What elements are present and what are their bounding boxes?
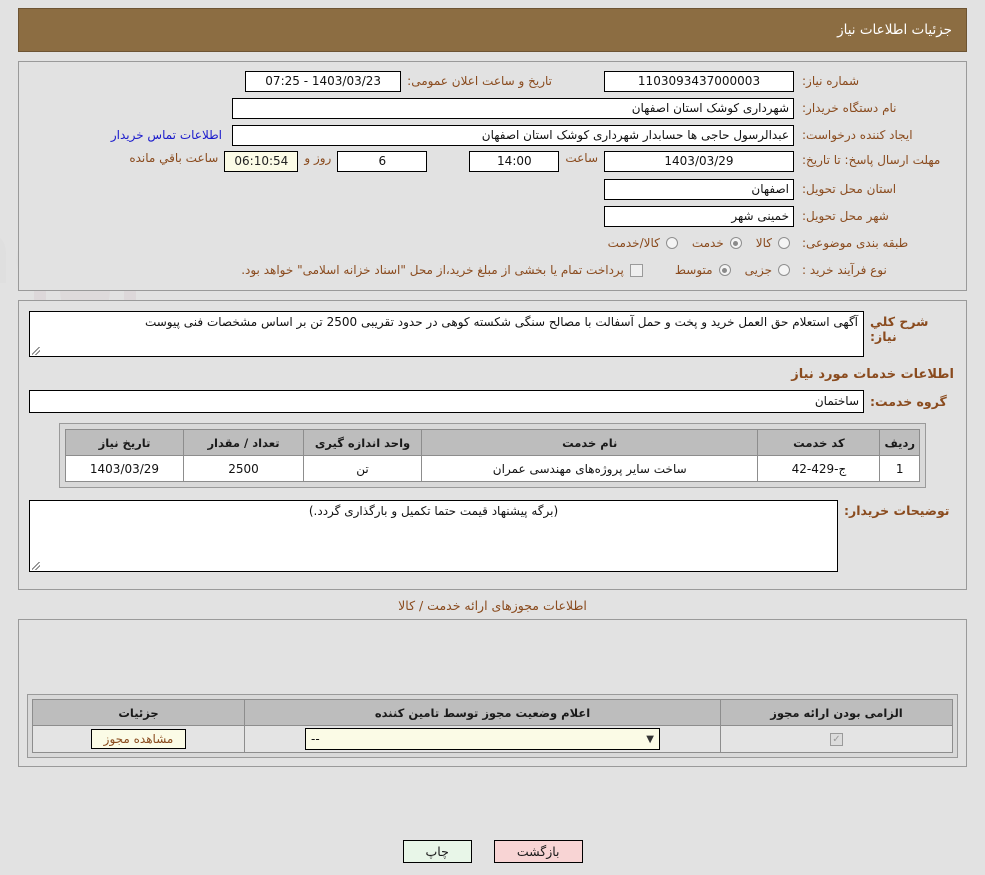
services-panel: شرح کلي نیاز: آگهی استعلام حق العمل خرید… xyxy=(18,300,967,590)
cell-license-details: مشاهده مجوز xyxy=(33,726,245,753)
col-license-required: الزامی بودن ارائه مجوز xyxy=(721,700,953,726)
chevron-down-icon: ▼ xyxy=(646,734,654,745)
row-need-number: شماره نیاز: 1103093437000003 تاریخ و ساع… xyxy=(29,70,956,92)
category-radio-group: کالا خدمت کالا/خدمت xyxy=(598,236,794,250)
buyer-notes-textarea[interactable]: (برگه پیشنهاد قیمت حتما تکمیل و بارگذاری… xyxy=(29,500,838,572)
radio-category-kala-khedmat-label: کالا/خدمت xyxy=(598,236,662,250)
licenses-table-header-row: الزامی بودن ارائه مجوز اعلام وضعیت مجوز … xyxy=(33,700,953,726)
row-summary: شرح کلي نیاز: آگهی استعلام حق العمل خرید… xyxy=(29,311,956,357)
buyer-notes-label: توضیحات خریدار: xyxy=(838,500,956,518)
licenses-section-title: اطلاعات مجوزهای ارائه خدمت / کالا xyxy=(22,598,963,613)
deadline-label: مهلت ارسال پاسخ: تا تاریخ: xyxy=(794,151,956,168)
table-row: ▼ -- مشاهده مجوز xyxy=(33,726,953,753)
radio-process-motavasset[interactable] xyxy=(719,264,731,276)
days-remaining-value: 6 xyxy=(337,151,427,172)
radio-category-khedmat-label: خدمت xyxy=(682,236,726,250)
countdown-label: ساعت باقي مانده xyxy=(123,151,224,165)
view-license-button[interactable]: مشاهده مجوز xyxy=(91,729,187,749)
summary-textarea[interactable]: آگهی استعلام حق العمل خرید و پخت و حمل آ… xyxy=(29,311,864,357)
cell-code: ج-429-42 xyxy=(758,456,880,482)
col-license-details: جزئیات xyxy=(33,700,245,726)
radio-category-kala[interactable] xyxy=(778,237,790,249)
creator-value: عبدالرسول حاجی ها حسابدار شهرداری کوشک ا… xyxy=(232,125,794,146)
licenses-table: الزامی بودن ارائه مجوز اعلام وضعیت مجوز … xyxy=(32,699,953,753)
process-label: نوع فرآیند خرید : xyxy=(794,263,956,277)
row-deadline: مهلت ارسال پاسخ: تا تاریخ: 1403/03/29 سا… xyxy=(29,151,956,173)
col-index: ردیف xyxy=(880,430,920,456)
services-table: ردیف کد خدمت نام خدمت واحد اندازه گیری ت… xyxy=(65,429,920,482)
need-info-panel: شماره نیاز: 1103093437000003 تاریخ و ساع… xyxy=(18,61,967,291)
treasury-docs-note: پرداخت تمام یا بخشی از مبلغ خرید،از محل … xyxy=(231,263,626,277)
col-unit: واحد اندازه گیری xyxy=(304,430,422,456)
row-process-type: نوع فرآیند خرید : جزیی متوسط پرداخت تمام… xyxy=(29,259,956,281)
deadline-time: 14:00 xyxy=(469,151,559,172)
col-quantity: تعداد / مقدار xyxy=(184,430,304,456)
print-button[interactable]: چاپ xyxy=(403,840,472,863)
buyer-org-value: شهرداری کوشک استان اصفهان xyxy=(232,98,794,119)
license-status-select[interactable]: ▼ -- xyxy=(305,728,660,750)
row-province: استان محل تحویل: اصفهان xyxy=(29,178,956,200)
countdown-value: 06:10:54 xyxy=(224,151,298,172)
process-radio-group: جزیی متوسط پرداخت تمام یا بخشی از مبلغ خ… xyxy=(231,263,794,277)
cell-license-required xyxy=(721,726,953,753)
need-number-label: شماره نیاز: xyxy=(794,74,956,88)
services-section-title: اطلاعات خدمات مورد نیاز xyxy=(31,367,954,382)
need-number-value: 1103093437000003 xyxy=(604,71,794,92)
footer-actions: بازگشت چاپ xyxy=(0,840,985,863)
announce-value: 1403/03/23 - 07:25 xyxy=(245,71,401,92)
row-buyer-notes: توضیحات خریدار: (برگه پیشنهاد قیمت حتما … xyxy=(29,500,956,572)
province-value: اصفهان xyxy=(604,179,794,200)
radio-category-kala-label: کالا xyxy=(746,236,774,250)
services-table-header-row: ردیف کد خدمت نام خدمت واحد اندازه گیری ت… xyxy=(66,430,920,456)
summary-label: شرح کلي نیاز: xyxy=(864,311,956,344)
radio-process-jozei[interactable] xyxy=(778,264,790,276)
cell-unit: تن xyxy=(304,456,422,482)
creator-label: ایجاد کننده درخواست: xyxy=(794,128,956,142)
row-city: شهر محل تحویل: خمینی شهر xyxy=(29,205,956,227)
row-service-group: گروه خدمت: ساختمان xyxy=(29,390,956,413)
city-value: خمینی شهر xyxy=(604,206,794,227)
table-row: 1 ج-429-42 ساخت سایر پروژه‌های مهندسی عم… xyxy=(66,456,920,482)
announce-label: تاریخ و ساعت اعلان عمومی: xyxy=(401,74,558,88)
licenses-grid-wrapper: الزامی بودن ارائه مجوز اعلام وضعیت مجوز … xyxy=(27,694,958,758)
city-label: شهر محل تحویل: xyxy=(794,209,956,223)
cell-quantity: 2500 xyxy=(184,456,304,482)
radio-category-khedmat[interactable] xyxy=(730,237,742,249)
cell-date: 1403/03/29 xyxy=(66,456,184,482)
radio-category-kala-khedmat[interactable] xyxy=(666,237,678,249)
hour-label: ساعت xyxy=(559,151,604,165)
deadline-date: 1403/03/29 xyxy=(604,151,794,172)
radio-process-motavasset-label: متوسط xyxy=(665,263,715,277)
col-date: تاریخ نیاز xyxy=(66,430,184,456)
license-status-value: -- xyxy=(311,732,320,746)
window-title-bar: جزئیات اطلاعات نیاز xyxy=(18,8,967,52)
col-name: نام خدمت xyxy=(422,430,758,456)
services-grid-wrapper: ردیف کد خدمت نام خدمت واحد اندازه گیری ت… xyxy=(59,423,926,488)
radio-process-jozei-label: جزیی xyxy=(735,263,774,277)
page-root: AriaTender .net جزئیات اطلاعات نیاز شمار… xyxy=(0,8,985,875)
row-buyer-org: نام دستگاه خریدار: شهرداری کوشک استان اص… xyxy=(29,97,956,119)
treasury-docs-checkbox[interactable] xyxy=(630,264,643,277)
category-label: طبقه بندی موضوعی: xyxy=(794,236,956,250)
row-creator: ایجاد کننده درخواست: عبدالرسول حاجی ها ح… xyxy=(29,124,956,146)
row-category: طبقه بندی موضوعی: کالا خدمت کالا/خدمت xyxy=(29,232,956,254)
col-license-status: اعلام وضعیت مجوز توسط تامین کننده xyxy=(245,700,721,726)
back-button[interactable]: بازگشت xyxy=(494,840,583,863)
col-code: کد خدمت xyxy=(758,430,880,456)
buyer-org-label: نام دستگاه خریدار: xyxy=(794,101,956,115)
days-label: روز و xyxy=(298,151,337,165)
cell-name: ساخت سایر پروژه‌های مهندسی عمران xyxy=(422,456,758,482)
license-required-checkbox xyxy=(830,733,843,746)
licenses-panel: الزامی بودن ارائه مجوز اعلام وضعیت مجوز … xyxy=(18,619,967,767)
service-group-label: گروه خدمت: xyxy=(864,394,956,409)
cell-license-status: ▼ -- xyxy=(245,726,721,753)
province-label: استان محل تحویل: xyxy=(794,182,956,196)
page-title: جزئیات اطلاعات نیاز xyxy=(837,22,952,38)
cell-index: 1 xyxy=(880,456,920,482)
service-group-value: ساختمان xyxy=(29,390,864,413)
buyer-contact-link[interactable]: اطلاعات تماس خریدار xyxy=(111,128,222,142)
